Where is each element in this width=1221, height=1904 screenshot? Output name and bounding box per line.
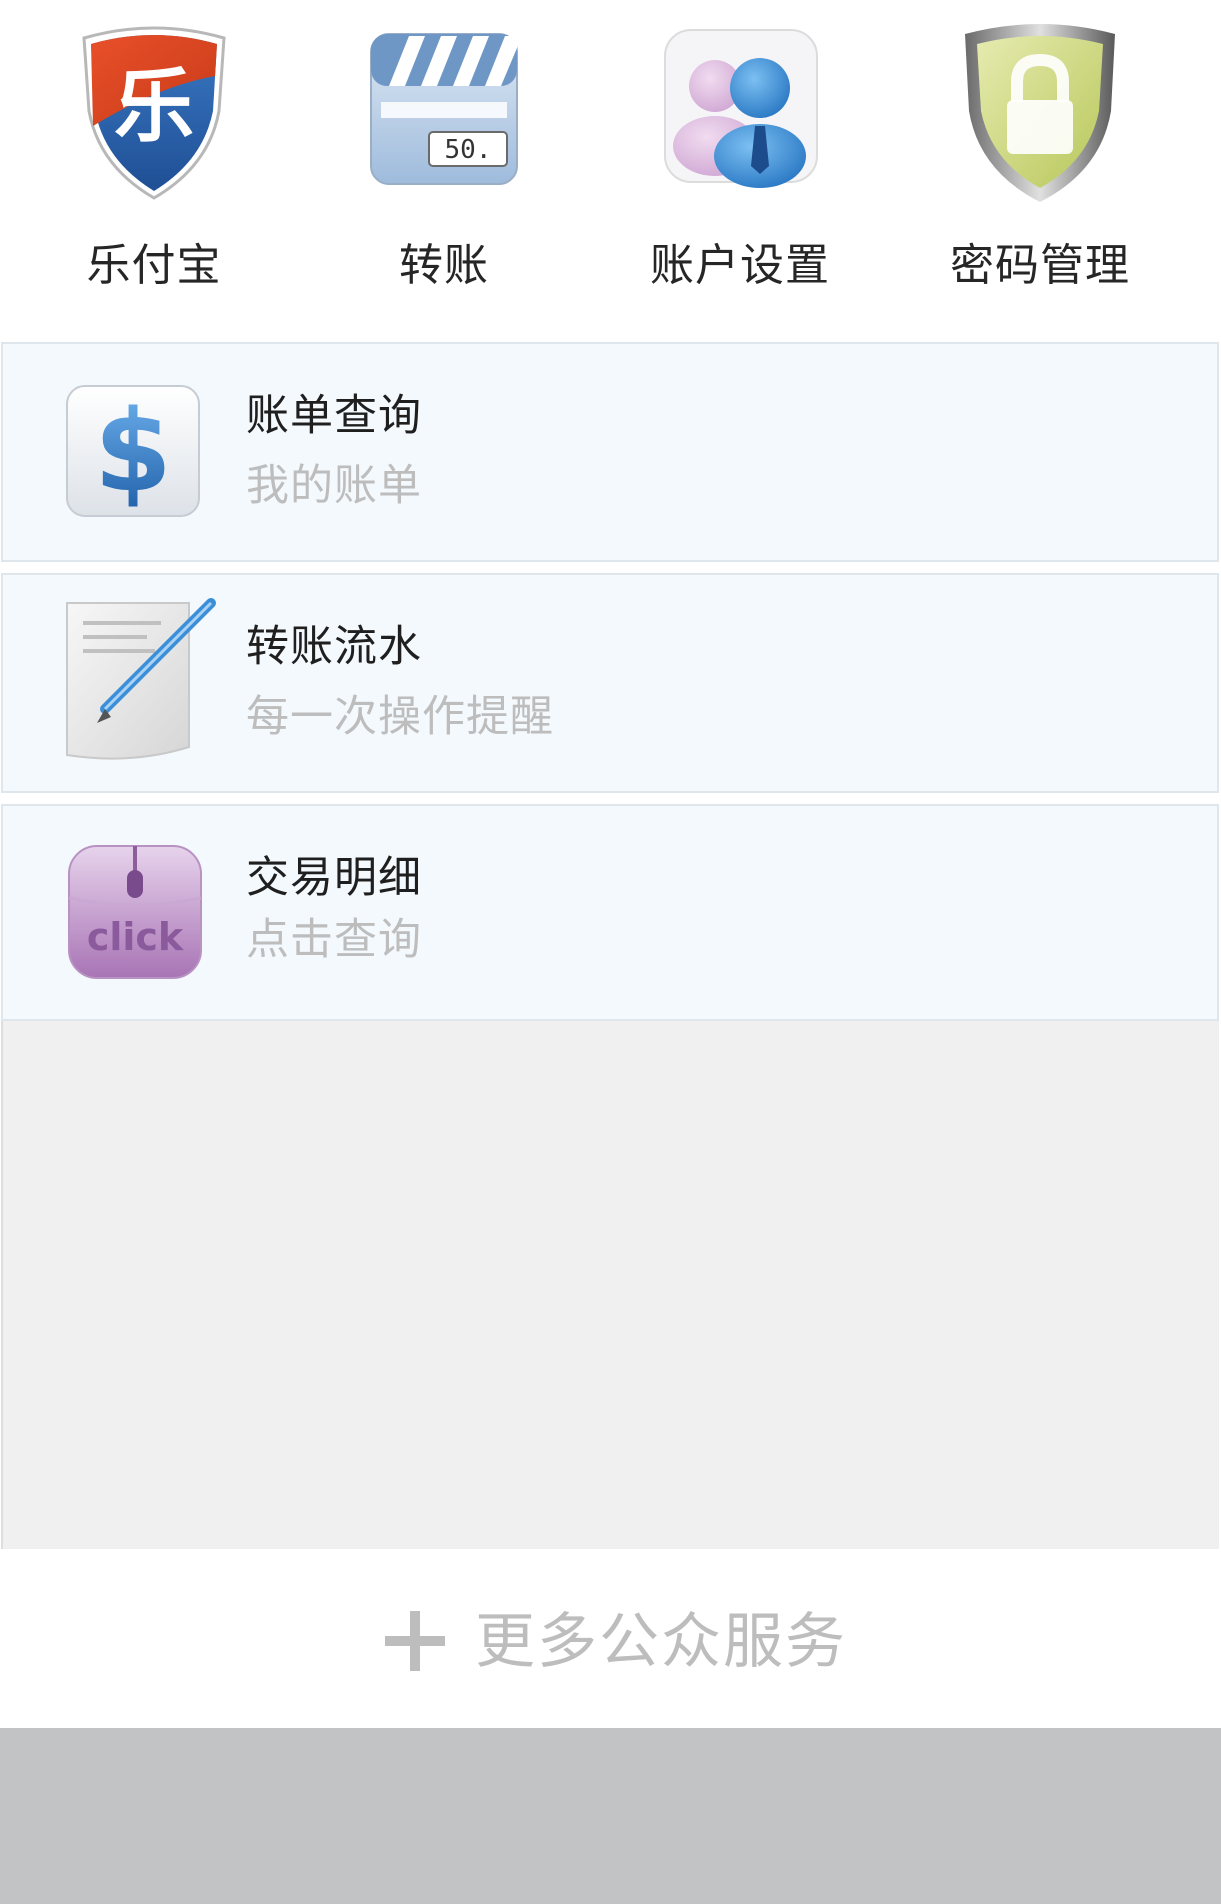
document-pen-icon xyxy=(61,597,221,767)
grid-label-lefubao: 乐付宝 xyxy=(86,240,222,291)
lefubao-shield-icon: 乐 xyxy=(69,16,239,206)
grid-item-password-management[interactable]: 密码管理 xyxy=(890,0,1190,342)
list-item-transaction-details[interactable]: click 交易明细 点击查询 xyxy=(1,804,1219,1021)
grid-item-transfer[interactable]: 50. 转账 xyxy=(294,0,594,342)
bottom-bar xyxy=(0,1728,1221,1904)
more-services-label: 更多公众服务 xyxy=(475,1607,847,1677)
grid-item-account-settings[interactable]: 账户设置 xyxy=(590,0,890,342)
more-services-button[interactable]: 更多公众服务 xyxy=(0,1549,1221,1728)
grid-label-password-management: 密码管理 xyxy=(950,240,1130,291)
dollar-icon: $ xyxy=(61,378,207,524)
transaction-details-subtitle: 点击查询 xyxy=(246,915,422,965)
service-grid: 乐 乐付宝 50. 转账 账户设置 密码管理 xyxy=(0,0,1221,342)
users-icon xyxy=(655,16,825,206)
transaction-details-title: 交易明细 xyxy=(246,853,422,903)
transfer-history-title: 转账流水 xyxy=(246,622,422,672)
click-icon-text: click xyxy=(87,915,184,959)
bill-query-title: 账单查询 xyxy=(246,391,422,441)
bill-query-subtitle: 我的账单 xyxy=(246,461,422,511)
list-item-transfer-history[interactable]: 转账流水 每一次操作提醒 xyxy=(1,573,1219,793)
clapperboard-icon: 50. xyxy=(359,16,529,206)
plus-icon xyxy=(385,1611,445,1671)
grid-label-account-settings: 账户设置 xyxy=(650,240,830,291)
empty-content-area xyxy=(1,1021,1219,1549)
transfer-amount: 50. xyxy=(445,135,492,165)
list-item-bill-query[interactable]: $ 账单查询 我的账单 xyxy=(1,342,1219,562)
grid-item-lefubao[interactable]: 乐 乐付宝 xyxy=(4,0,304,342)
click-mouse-icon: click xyxy=(65,842,205,982)
transfer-history-subtitle: 每一次操作提醒 xyxy=(246,692,554,742)
lefubao-glyph: 乐 xyxy=(114,60,194,153)
lock-shield-icon xyxy=(955,16,1125,206)
grid-label-transfer: 转账 xyxy=(399,240,489,291)
svg-text:$: $ xyxy=(94,387,172,517)
